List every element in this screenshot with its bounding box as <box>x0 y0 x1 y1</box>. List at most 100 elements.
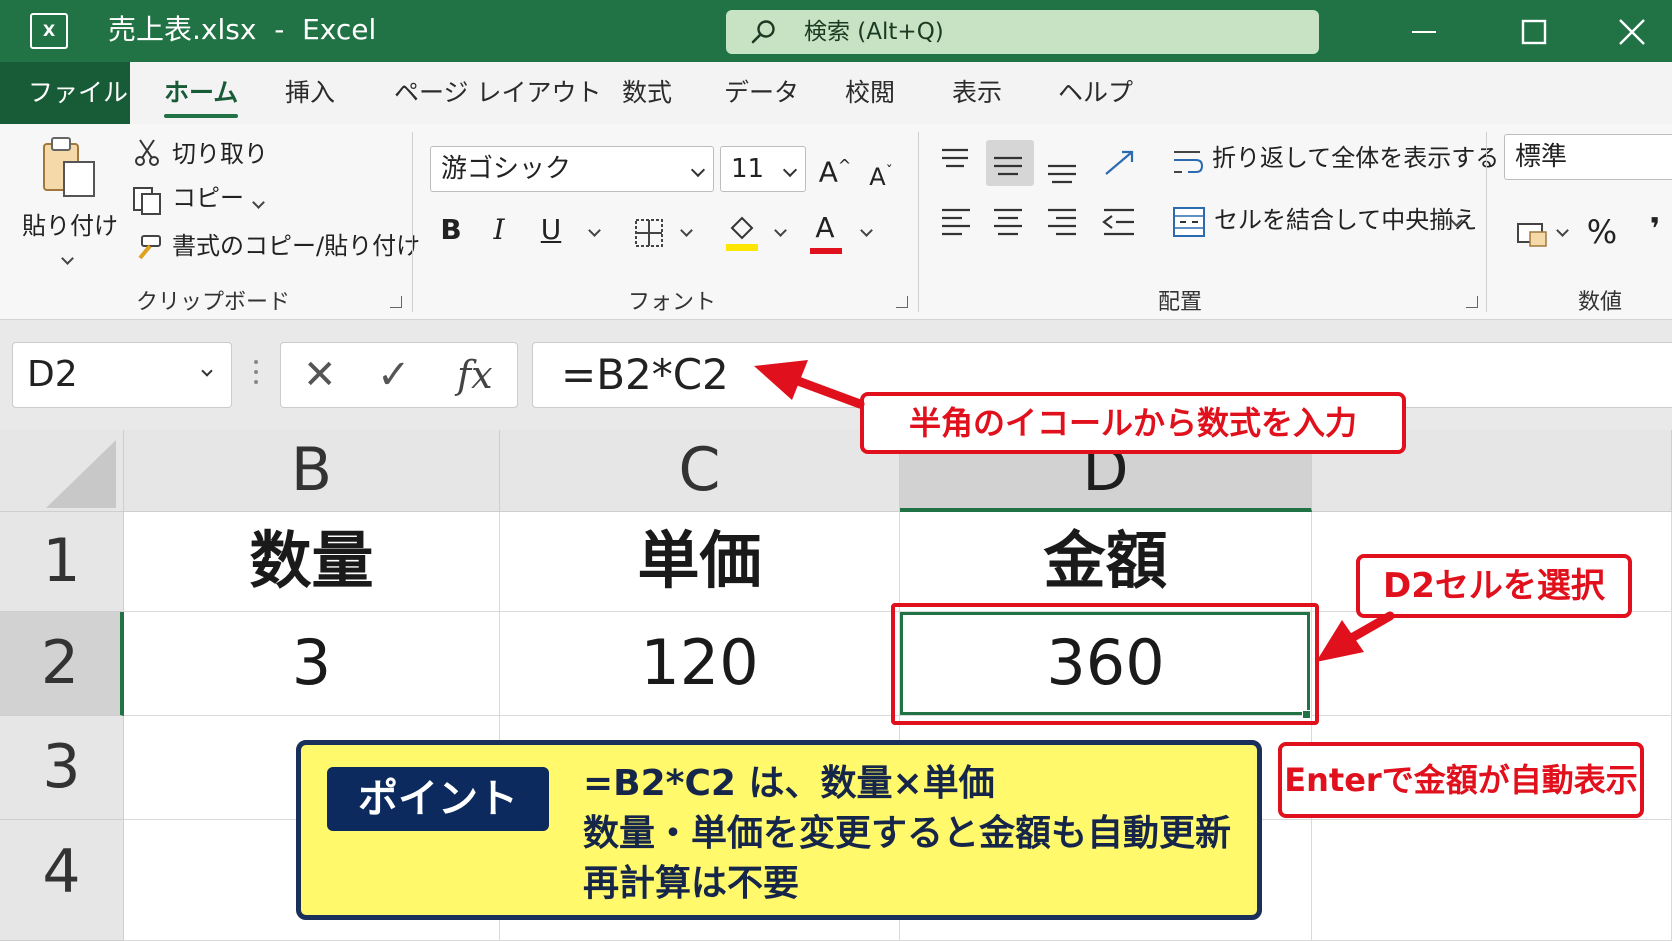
alignment-group-label: 配置 <box>1158 290 1203 315</box>
wrap-text-icon <box>1174 151 1204 173</box>
number-format-value: 標準 <box>1515 142 1568 172</box>
currency-dropdown-icon[interactable] <box>1556 224 1569 237</box>
comma-style-button[interactable]: ❜ <box>1638 212 1672 248</box>
point-line-2: 数量・単価を変更すると金額も自動更新 <box>583 813 1232 854</box>
scissors-icon <box>135 139 159 166</box>
font-color-dropdown-icon[interactable] <box>860 224 873 237</box>
point-line-3: 再計算は不要 <box>583 863 800 904</box>
column-header-c[interactable]: C <box>500 430 900 512</box>
name-box[interactable]: D2 <box>12 342 232 408</box>
tab-data[interactable]: データ <box>724 76 799 110</box>
wrap-text-button[interactable]: 折り返して全体を表示する <box>1212 142 1499 174</box>
borders-icon[interactable] <box>634 218 664 248</box>
underline-dropdown-icon[interactable] <box>588 224 601 237</box>
tab-home[interactable]: ホーム <box>164 76 239 118</box>
select-all-icon <box>46 440 116 508</box>
enter-icon[interactable]: ✓ <box>377 351 411 399</box>
grow-font-button[interactable]: A^ <box>818 148 852 190</box>
currency-format-icon[interactable] <box>1516 220 1548 248</box>
cell-d1[interactable]: 金額 <box>900 512 1312 612</box>
font-color-icon: A <box>815 211 835 244</box>
row-header-4[interactable]: 4 <box>0 820 124 941</box>
select-all-button[interactable] <box>0 430 124 512</box>
copy-dropdown-icon[interactable] <box>252 196 265 209</box>
tab-view[interactable]: 表示 <box>952 76 1002 110</box>
search-icon <box>751 20 775 44</box>
cell-b2[interactable]: 3 <box>124 612 500 716</box>
close-button[interactable] <box>1612 12 1652 52</box>
column-header-b[interactable]: B <box>124 430 500 512</box>
merge-center-icon <box>1173 207 1205 237</box>
formula-callout: 半角のイコールから数式を入力 <box>860 392 1406 454</box>
clipboard-group-label: クリップボード <box>136 290 291 315</box>
maximize-button[interactable] <box>1514 12 1554 52</box>
format-painter-icon <box>138 235 161 260</box>
tab-page-layout[interactable]: ページ レイアウト <box>394 76 601 110</box>
italic-button[interactable]: I <box>482 212 516 248</box>
fill-color-dropdown-icon[interactable] <box>774 224 787 237</box>
tab-file[interactable]: ファイル <box>0 62 130 124</box>
cancel-icon[interactable]: ✕ <box>303 351 337 399</box>
alignment-dialog-launcher[interactable] <box>1466 296 1478 308</box>
maximize-icon <box>1521 19 1547 45</box>
group-divider <box>918 132 919 312</box>
search-box[interactable]: 検索 (Alt+Q) <box>726 10 1319 54</box>
merge-center-button[interactable]: セルを結合して中央揃え <box>1214 204 1477 236</box>
font-group-label: フォント <box>628 290 717 315</box>
cell-e4[interactable] <box>1312 820 1672 941</box>
bottom-align-icon <box>1048 164 1076 184</box>
align-left-icon <box>942 208 970 236</box>
fill-color-icon[interactable] <box>724 214 760 254</box>
point-tag: ポイント <box>327 767 549 831</box>
point-line-1: =B2*C2 は、数量×単価 <box>583 763 995 804</box>
chevron-down-icon <box>690 162 706 178</box>
decrease-indent-icon <box>1102 208 1134 236</box>
align-center-icon <box>994 208 1022 236</box>
excel-logo-icon: X <box>30 13 68 49</box>
row-header-1[interactable]: 1 <box>0 512 124 612</box>
bold-button[interactable]: B <box>434 212 468 248</box>
cell-c2[interactable]: 120 <box>500 612 900 716</box>
font-size-value: 11 <box>731 154 765 184</box>
formula-bar: D2 ✕ ✓ fx =B2*C2 <box>0 320 1672 430</box>
borders-dropdown-icon[interactable] <box>680 224 693 237</box>
cell-b1[interactable]: 数量 <box>124 512 500 612</box>
tab-insert[interactable]: 挿入 <box>285 76 335 110</box>
minimize-button[interactable] <box>1406 12 1446 52</box>
ribbon-tabs: ファイル ホーム 挿入 ページ レイアウト 数式 データ 校閲 表示 ヘルプ <box>0 62 1672 124</box>
row-header-3[interactable]: 3 <box>0 716 124 820</box>
font-name-value: 游ゴシック <box>441 154 572 184</box>
cell-e2[interactable] <box>1312 612 1672 716</box>
grow-font-icon: A <box>818 155 838 189</box>
d2-highlight-frame <box>891 603 1319 725</box>
splitter-handle[interactable] <box>254 360 258 390</box>
name-box-value: D2 <box>27 354 78 395</box>
insert-function-icon[interactable]: fx <box>457 349 493 401</box>
percent-button[interactable]: % <box>1582 214 1622 250</box>
number-format-select[interactable]: 標準 <box>1504 134 1672 180</box>
enter-callout: Enterで金額が自動表示 <box>1278 742 1644 818</box>
cut-button[interactable]: 切り取り <box>172 138 268 170</box>
cell-c1[interactable]: 単価 <box>500 512 900 612</box>
font-color-swatch <box>810 248 842 254</box>
group-divider <box>1486 132 1487 312</box>
tab-formulas[interactable]: 数式 <box>622 76 672 110</box>
copy-button[interactable]: コピー <box>172 182 244 214</box>
paste-icon <box>43 137 95 197</box>
chevron-down-icon <box>201 365 213 377</box>
underline-button[interactable]: U <box>534 212 568 248</box>
font-dialog-launcher[interactable] <box>896 296 908 308</box>
font-name-select[interactable]: 游ゴシック <box>430 146 714 192</box>
orientation-icon <box>1105 150 1134 175</box>
paste-label: 貼り付け <box>22 212 118 240</box>
alignment-icons <box>942 148 1134 236</box>
chevron-down-icon <box>782 162 798 178</box>
tab-help[interactable]: ヘルプ <box>1058 76 1133 110</box>
tab-review[interactable]: 校閲 <box>845 76 895 110</box>
clipboard-dialog-launcher[interactable] <box>390 296 402 308</box>
format-painter-button[interactable]: 書式のコピー/貼り付け <box>172 230 420 262</box>
row-header-2[interactable]: 2 <box>0 612 124 716</box>
font-size-select[interactable]: 11 <box>720 146 806 192</box>
shrink-font-button[interactable]: Aˇ <box>864 154 898 195</box>
close-icon <box>1619 19 1645 45</box>
